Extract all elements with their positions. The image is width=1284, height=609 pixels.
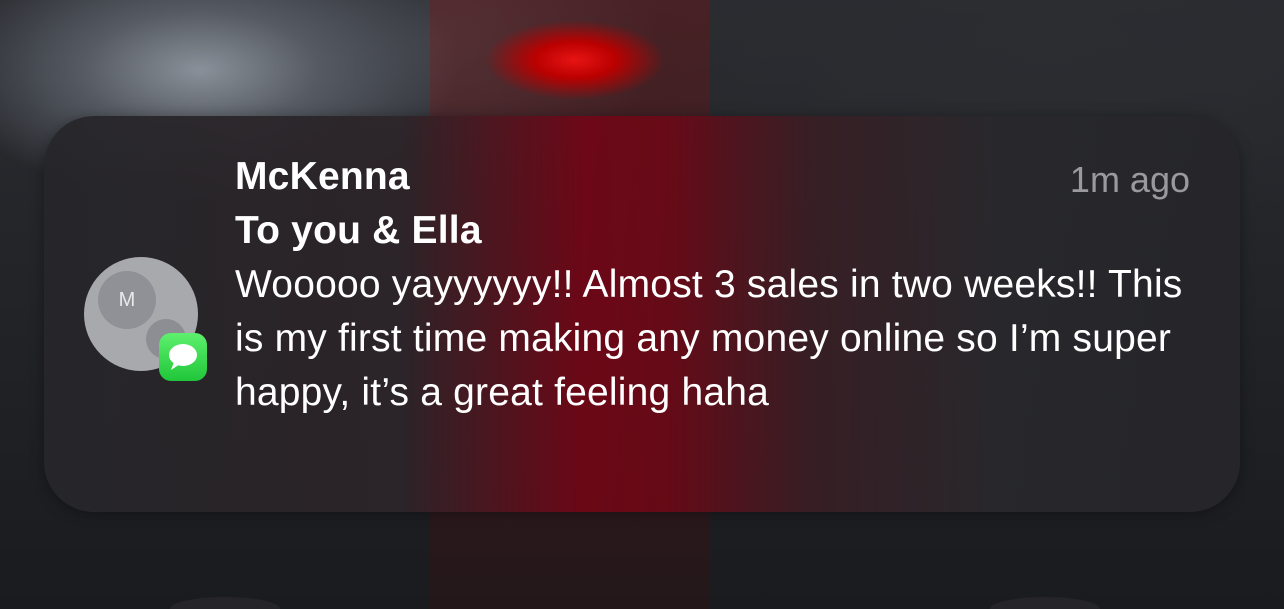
messages-icon — [159, 333, 207, 381]
message-body: Wooooo yayyyyyy!! Almost 3 sales in two … — [235, 263, 1183, 414]
lock-screen-button-hint — [170, 597, 280, 609]
notification-content: McKenna To you & Ella Wooooo yayyyyyy!! … — [235, 150, 1195, 420]
notification-timestamp: 1m ago — [1069, 159, 1190, 200]
avatar-member-m: M — [98, 271, 156, 329]
recipients-line: To you & Ella — [235, 209, 482, 252]
sender-name: McKenna — [235, 155, 410, 198]
group-avatar: M — [84, 257, 208, 381]
lock-screen-button-hint — [990, 597, 1100, 609]
message-notification[interactable]: M McKenna To you & Ella Wooooo yayyyyyy!… — [44, 116, 1240, 512]
avatar-initial: M — [118, 288, 136, 311]
lock-screen-wallpaper: M McKenna To you & Ella Wooooo yayyyyyy!… — [0, 0, 1284, 609]
